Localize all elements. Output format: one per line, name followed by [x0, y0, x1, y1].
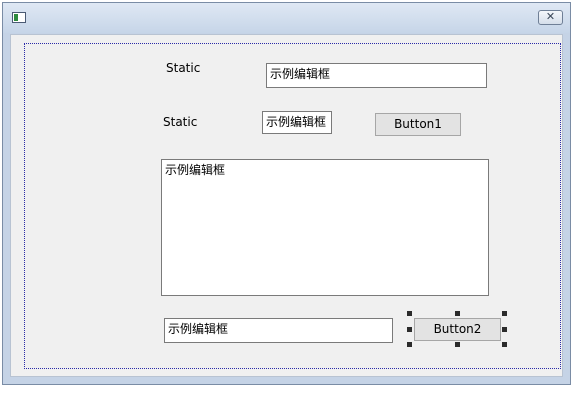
dialog-surface[interactable]: Static 示例编辑框 Static 示例编辑框 Button1 示例编辑框 … — [10, 34, 563, 377]
multiline-edit-box[interactable]: 示例编辑框 — [161, 159, 489, 296]
resize-handle-bottom-left[interactable] — [407, 342, 412, 347]
dialog-window-icon — [12, 12, 26, 23]
resize-handle-bottom-right[interactable] — [502, 342, 507, 347]
button-2[interactable]: Button2 — [414, 318, 501, 341]
close-icon: ✕ — [545, 10, 556, 23]
resize-handle-top-left[interactable] — [407, 311, 412, 316]
dialog-editor-window: ✕ Static 示例编辑框 Static 示例编辑框 Button1 示例编辑… — [2, 2, 571, 385]
title-bar[interactable]: ✕ — [3, 3, 570, 33]
edit-box-3[interactable]: 示例编辑框 — [164, 318, 393, 343]
edit-box-1[interactable]: 示例编辑框 — [266, 63, 487, 88]
edit-box-2[interactable]: 示例编辑框 — [262, 111, 332, 134]
resize-handle-right[interactable] — [502, 327, 507, 332]
close-button[interactable]: ✕ — [538, 10, 563, 25]
button-1[interactable]: Button1 — [375, 113, 461, 136]
static-label-2[interactable]: Static — [163, 115, 197, 129]
resize-handle-bottom[interactable] — [455, 342, 460, 347]
resize-handle-left[interactable] — [407, 327, 412, 332]
resize-handle-top[interactable] — [455, 311, 460, 316]
static-label-1[interactable]: Static — [166, 61, 200, 75]
resize-handle-top-right[interactable] — [502, 311, 507, 316]
